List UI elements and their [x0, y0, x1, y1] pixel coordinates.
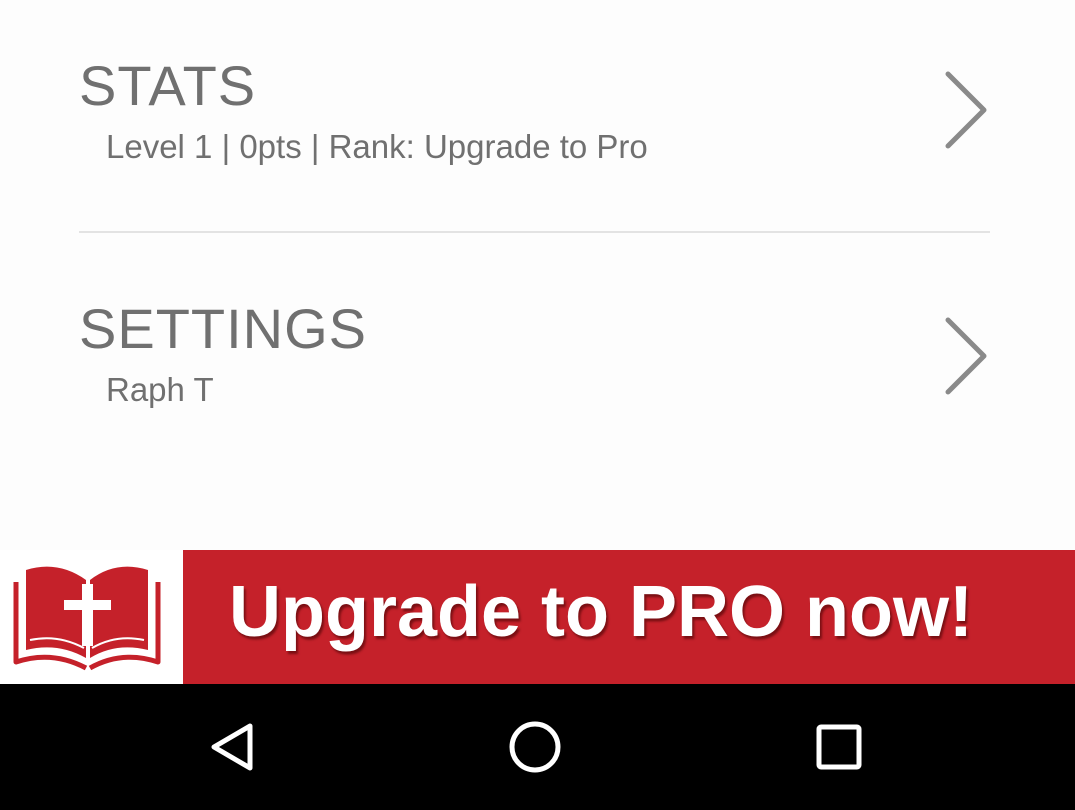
stats-title: STATS: [79, 54, 257, 117]
stats-row[interactable]: STATS Level 1 | 0pts | Rank: Upgrade to …: [0, 0, 1075, 232]
android-nav-bar: [0, 684, 1075, 810]
chevron-right-icon: [945, 71, 987, 149]
home-circle-icon: [509, 721, 561, 773]
home-button[interactable]: [502, 714, 568, 780]
settings-row[interactable]: SETTINGS Raph T: [0, 233, 1075, 463]
upgrade-banner[interactable]: Upgrade to PRO now!: [0, 550, 1075, 684]
chevron-right-icon: [945, 317, 987, 395]
settings-subtitle: Raph T: [106, 371, 214, 408]
back-triangle-icon: [211, 723, 253, 771]
recents-square-icon: [816, 724, 862, 770]
recents-button[interactable]: [806, 714, 872, 780]
settings-title: SETTINGS: [79, 297, 368, 360]
banner-logo: [0, 550, 183, 684]
banner-strip: Upgrade to PRO now!: [183, 550, 1075, 684]
app-screen: STATS Level 1 | 0pts | Rank: Upgrade to …: [0, 0, 1075, 810]
open-bible-cross-icon: [13, 566, 161, 671]
banner-text: Upgrade to PRO now!: [229, 572, 973, 652]
stats-subtitle: Level 1 | 0pts | Rank: Upgrade to Pro: [106, 128, 648, 165]
back-button[interactable]: [202, 714, 268, 780]
